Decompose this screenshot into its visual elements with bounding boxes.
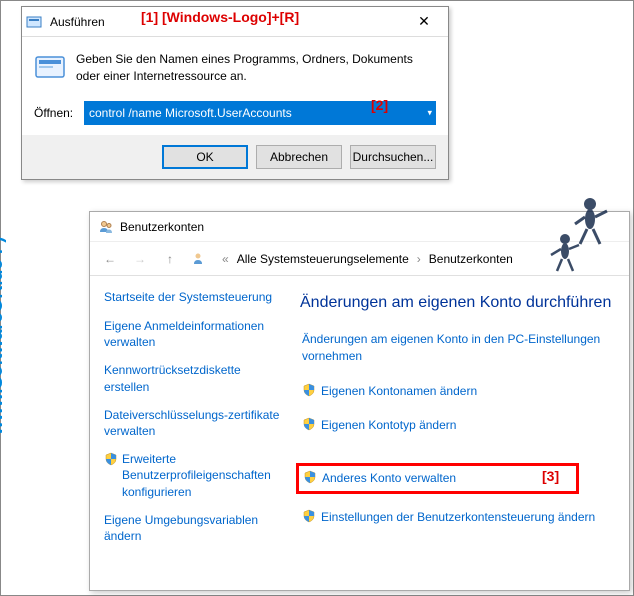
link-pc-settings[interactable]: Änderungen am eigenen Konto in den PC-Ei…	[300, 328, 619, 368]
open-label: Öffnen:	[34, 106, 74, 120]
breadcrumb-icon	[192, 251, 208, 267]
link-change-type[interactable]: Eigenen Kontotyp ändern	[300, 414, 619, 437]
run-dialog: Ausführen ✕ Geben Sie den Namen eines Pr…	[21, 6, 449, 180]
sidebar-item-advanced-profiles[interactable]: Erweiterte Benutzerprofileigenschaften k…	[104, 451, 282, 500]
shield-icon	[104, 452, 118, 466]
breadcrumb-1[interactable]: Alle Systemsteuerungselemente	[237, 252, 409, 266]
run-title-icon	[26, 14, 42, 30]
annotation-1: [1] [Windows-Logo]+[R]	[141, 9, 299, 25]
link-manage-other-account[interactable]: Anderes Konto verwalten	[296, 463, 579, 494]
run-icon	[34, 51, 66, 83]
sidebar-home-link[interactable]: Startseite der Systemsteuerung	[104, 290, 282, 304]
browse-button[interactable]: Durchsuchen...	[350, 145, 436, 169]
nav-back-button[interactable]: ←	[98, 247, 122, 271]
annotation-3: [3]	[542, 468, 559, 484]
cp-heading: Änderungen am eigenen Konto durchführen	[300, 294, 619, 312]
breadcrumb-2[interactable]: Benutzerkonten	[429, 252, 513, 266]
nav-forward-button[interactable]: →	[128, 247, 152, 271]
chevron-right-icon: ›	[417, 252, 421, 266]
run-description: Geben Sie den Namen eines Programms, Ord…	[76, 51, 436, 85]
cp-sidebar: Startseite der Systemsteuerung Eigene An…	[90, 276, 290, 590]
shield-icon	[302, 417, 316, 431]
shield-icon	[302, 383, 316, 397]
sidebar-item-encryption-certs[interactable]: Dateiverschlüsselungs-zertifikate verwal…	[104, 407, 282, 439]
ok-button[interactable]: OK	[162, 145, 248, 169]
sidebar-item-password-reset[interactable]: Kennwortrücksetzdiskette erstellen	[104, 362, 282, 394]
shield-icon	[302, 509, 316, 523]
watermark: www.SoftwareOK.de :-)	[0, 237, 7, 435]
cancel-button[interactable]: Abbrechen	[256, 145, 342, 169]
close-button[interactable]: ✕	[404, 8, 444, 36]
run-button-bar: OK Abbrechen Durchsuchen...	[22, 135, 448, 179]
shield-icon	[303, 470, 317, 484]
breadcrumb-sep-icon: «	[222, 252, 229, 266]
sidebar-item-credentials[interactable]: Eigene Anmeldeinformationen verwalten	[104, 318, 282, 350]
sidebar-item-env-vars[interactable]: Eigene Umgebungsvariablen ändern	[104, 512, 282, 544]
annotation-2: [2]	[371, 97, 388, 113]
user-accounts-icon	[98, 219, 114, 235]
cp-main: Änderungen am eigenen Konto durchführen …	[290, 276, 629, 590]
decoration-figures	[535, 189, 625, 279]
link-change-name[interactable]: Eigenen Kontonamen ändern	[300, 380, 619, 403]
link-uac-settings[interactable]: Einstellungen der Benutzerkontensteuerun…	[300, 506, 619, 529]
run-body: Geben Sie den Namen eines Programms, Ord…	[22, 37, 448, 135]
cp-title: Benutzerkonten	[120, 220, 204, 234]
nav-up-button[interactable]: ↑	[158, 247, 182, 271]
